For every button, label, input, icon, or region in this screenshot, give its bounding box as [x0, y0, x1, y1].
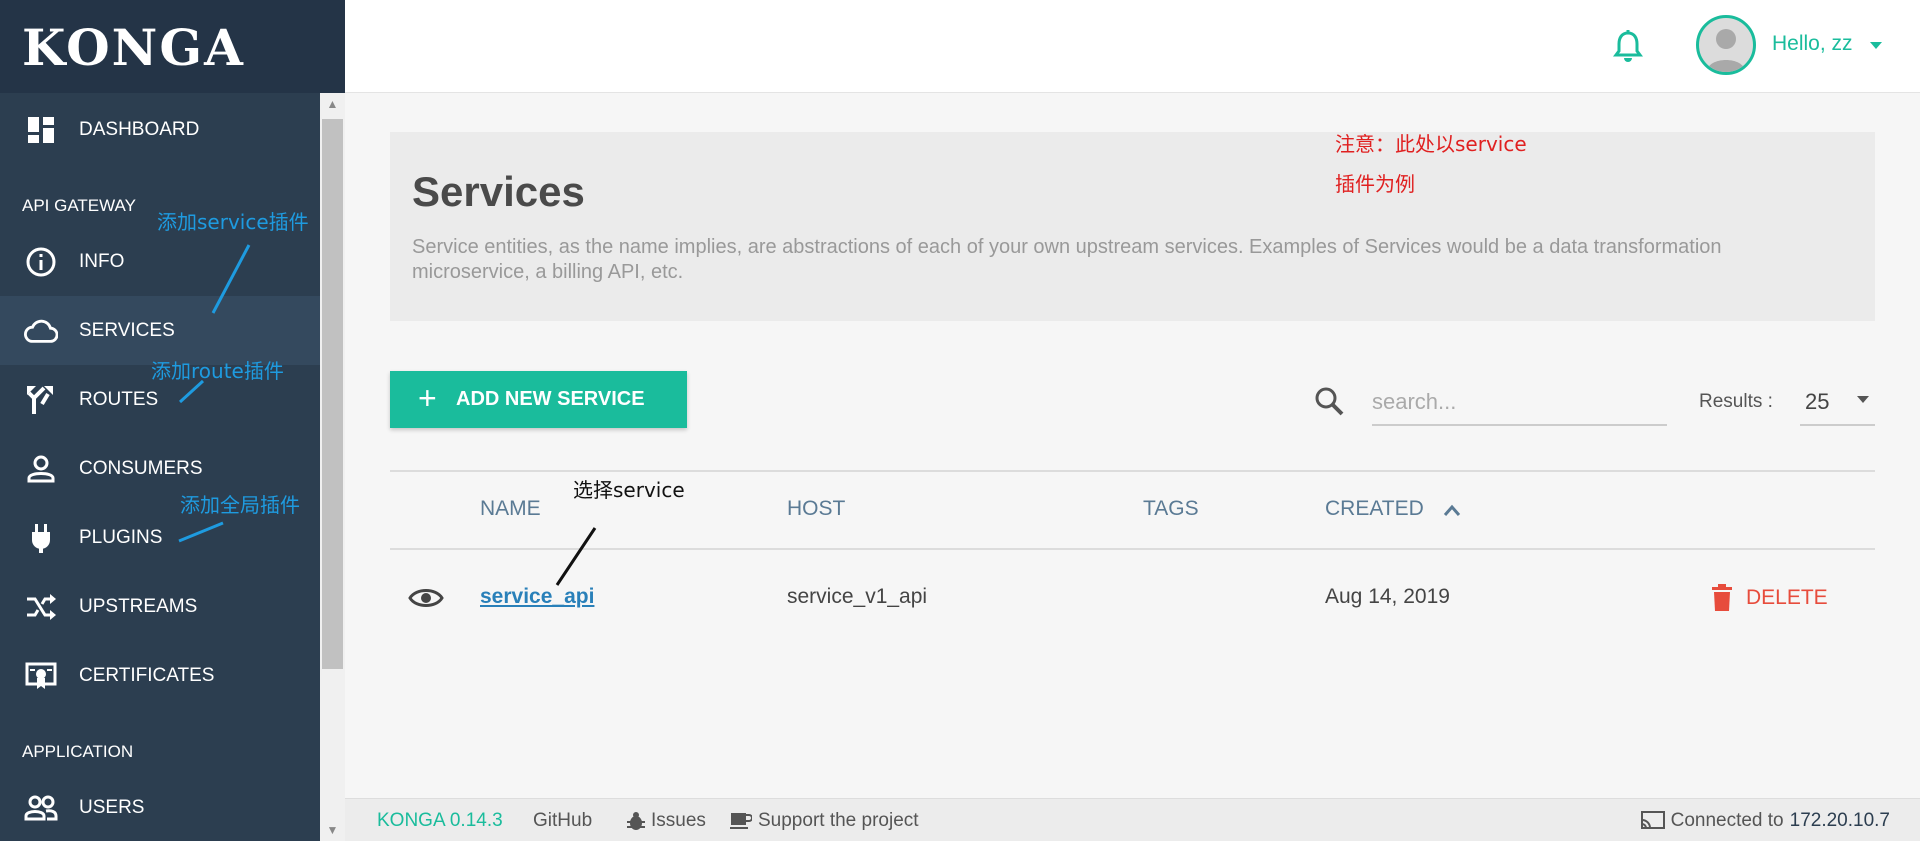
sidebar-item-info[interactable]: INFO — [0, 227, 320, 296]
add-new-service-button[interactable]: + ADD NEW SERVICE — [390, 371, 687, 428]
coffee-icon — [730, 813, 752, 829]
sidebar-item-upstreams[interactable]: UPSTREAMS — [0, 572, 320, 641]
bug-icon — [627, 812, 645, 830]
info-icon — [24, 245, 58, 279]
shuffle-icon — [24, 590, 58, 624]
page-header-panel: Services Service entities, as the name i… — [390, 132, 1875, 321]
delete-label: DELETE — [1746, 586, 1828, 609]
connection-status: Connected to 172.20.10.7 — [1640, 810, 1890, 832]
app-logo[interactable]: KONGA — [22, 18, 245, 77]
github-link[interactable]: GitHub — [533, 810, 592, 832]
plug-icon — [24, 521, 58, 555]
connected-ip: 172.20.10.7 — [1789, 810, 1890, 831]
section-application: APPLICATION — [22, 742, 134, 761]
connected-label: Connected to — [1670, 810, 1784, 831]
version-label: KONGA 0.14.3 — [377, 810, 503, 831]
logo-bar: KONGA — [0, 0, 345, 93]
sidebar: KONGA DASHBOARD API GATEWAY INFO SERVICE… — [0, 0, 345, 841]
scroll-up-arrow-icon[interactable]: ▲ — [320, 93, 345, 115]
annotation-note-line1: 注意：此处以service — [1335, 132, 1527, 156]
delete-button[interactable]: DELETE — [1710, 582, 1828, 614]
sidebar-item-label: PLUGINS — [79, 526, 163, 548]
sidebar-item-label: ROUTES — [79, 388, 159, 410]
sort-ascending-icon[interactable] — [1443, 503, 1461, 517]
annotation-note-line2: 插件为例 — [1335, 172, 1415, 196]
annotation-route-plugin: 添加route插件 — [151, 359, 284, 383]
results-per-page-select[interactable]: 25 — [1800, 380, 1875, 426]
cloud-icon — [24, 314, 58, 348]
support-link[interactable]: Support the project — [730, 810, 919, 832]
column-header-tags[interactable]: TAGS — [1143, 497, 1199, 521]
eye-icon[interactable] — [408, 583, 444, 613]
routes-icon — [24, 383, 58, 417]
chevron-down-icon[interactable] — [1870, 42, 1882, 49]
bell-icon[interactable] — [1610, 28, 1646, 64]
sidebar-item-label: USERS — [79, 796, 145, 818]
page-title: Services — [412, 168, 585, 215]
service-host-cell: service_v1_api — [787, 585, 928, 608]
column-header-host[interactable]: HOST — [787, 497, 845, 521]
sidebar-item-dashboard[interactable]: DASHBOARD — [0, 95, 320, 164]
chevron-down-icon — [1857, 396, 1869, 403]
sidebar-item-label: INFO — [79, 250, 125, 272]
footer: KONGA 0.14.3 GitHub Issues Support the p… — [345, 798, 1920, 841]
sidebar-item-users[interactable]: USERS — [0, 773, 320, 841]
table-divider — [390, 548, 1875, 550]
sidebar-item-label: DASHBOARD — [79, 118, 200, 140]
top-bar — [345, 0, 1920, 93]
column-header-name[interactable]: NAME — [480, 497, 541, 521]
results-value: 25 — [1805, 389, 1830, 414]
search-icon[interactable] — [1313, 385, 1345, 417]
support-label: Support the project — [758, 810, 919, 831]
sidebar-item-certificates[interactable]: CERTIFICATES — [0, 641, 320, 710]
trash-icon — [1712, 584, 1732, 611]
cast-icon — [1640, 811, 1665, 829]
results-label: Results : — [1699, 391, 1773, 412]
avatar[interactable] — [1696, 15, 1756, 75]
section-api-gateway: API GATEWAY — [22, 196, 136, 215]
plus-icon: + — [418, 380, 437, 416]
page-description: Service entities, as the name implies, a… — [412, 236, 1722, 283]
annotation-line — [555, 527, 597, 586]
service-name-link[interactable]: service_api — [480, 585, 594, 609]
annotation-select-service: 选择service — [573, 478, 685, 502]
issues-link[interactable]: Issues — [627, 810, 706, 832]
dashboard-icon — [24, 113, 58, 147]
users-icon — [24, 791, 58, 825]
sidebar-scrollbar[interactable]: ▲ ▼ — [320, 93, 345, 841]
scroll-thumb[interactable] — [322, 119, 343, 669]
annotation-global-plugin: 添加全局插件 — [180, 493, 300, 517]
sidebar-item-label: UPSTREAMS — [79, 595, 198, 617]
sidebar-item-label: SERVICES — [79, 319, 175, 341]
search-input[interactable] — [1372, 380, 1667, 426]
person-icon — [24, 452, 58, 486]
certificate-icon — [24, 659, 58, 693]
sidebar-item-label: CONSUMERS — [79, 457, 203, 479]
add-new-service-label: ADD NEW SERVICE — [456, 388, 645, 410]
annotation-service-plugin: 添加service插件 — [157, 210, 309, 234]
scroll-down-arrow-icon[interactable]: ▼ — [320, 819, 345, 841]
sidebar-item-label: CERTIFICATES — [79, 664, 215, 686]
service-created-cell: Aug 14, 2019 — [1325, 585, 1450, 608]
issues-label: Issues — [651, 810, 706, 831]
column-header-created[interactable]: CREATED — [1325, 497, 1424, 521]
table-divider — [390, 470, 1875, 472]
user-greeting[interactable]: Hello, zz — [1772, 32, 1853, 56]
